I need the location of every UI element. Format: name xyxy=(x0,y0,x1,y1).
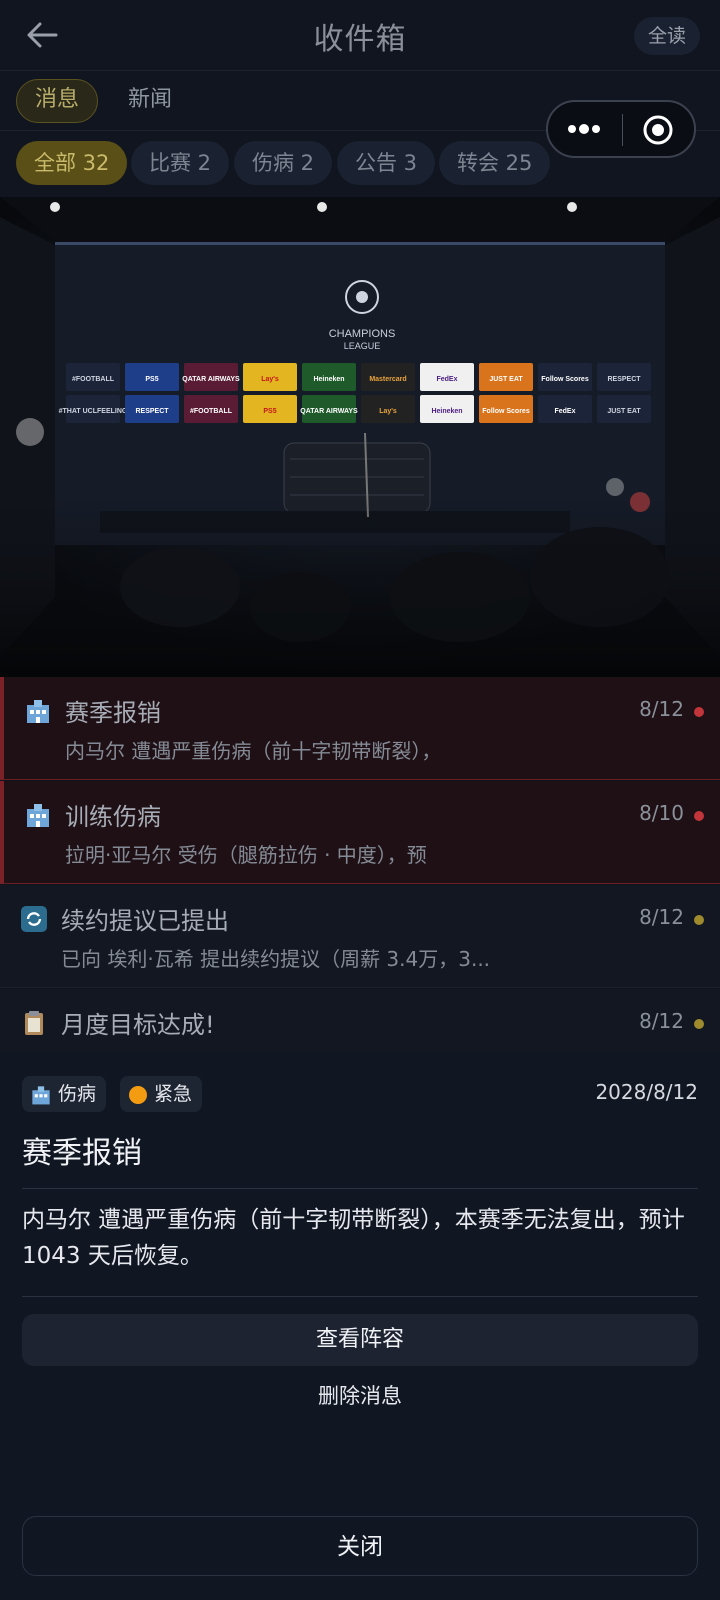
detail-body: 内马尔 遭遇严重伤病（前十字韧带断裂），本赛季无法复出，预计 1043 天后恢复… xyxy=(22,1207,685,1269)
sponsor-label: #FOOTBALL xyxy=(190,408,233,415)
sponsor-label: JUST EAT xyxy=(489,376,523,383)
unread-dot xyxy=(694,915,704,925)
divider xyxy=(22,1296,698,1297)
sponsor-label: #THAT UCLFEELING xyxy=(59,408,128,415)
sponsor-label: JUST EAT xyxy=(607,408,641,415)
message-item[interactable]: 续约提议已提出 已向 埃利·瓦希 提出续约提议（周薪 3.4万，3... 8/1… xyxy=(0,885,720,988)
message-title: 续约提议已提出 xyxy=(61,907,229,935)
unread-dot xyxy=(694,1019,704,1029)
message-title: 训练伤病 xyxy=(65,803,161,831)
league-logo-subtext: LEAGUE xyxy=(344,341,381,351)
filter-announcement[interactable]: 公告 3 xyxy=(337,141,436,185)
message-date: 8/12 xyxy=(639,697,684,721)
read-all-button[interactable]: 全读 xyxy=(633,17,700,55)
message-item[interactable]: 训练伤病 拉明·亚马尔 受伤（腿筋拉伤 · 中度），预 8/10 xyxy=(0,781,720,884)
message-item[interactable]: 赛季报销 内马尔 遭遇严重伤病（前十字韧带断裂）， 8/12 xyxy=(0,677,720,780)
sponsor-label: RESPECT xyxy=(135,408,169,415)
category-badge: 伤病 xyxy=(22,1076,107,1112)
message-date: 8/12 xyxy=(639,905,684,929)
close-miniprogram-icon[interactable] xyxy=(642,114,674,146)
message-preview: 拉明·亚马尔 受伤（腿筋拉伤 · 中度），预 xyxy=(65,843,427,867)
sponsor-label: PS5 xyxy=(263,408,276,415)
view-squad-button[interactable]: 查看阵容 xyxy=(22,1314,698,1366)
sponsor-label: FedEx xyxy=(554,408,575,415)
delete-message-button[interactable]: 删除消息 xyxy=(0,1380,720,1410)
filter-transfer[interactable]: 转会 25 xyxy=(439,141,551,185)
priority-badge: 紧急 xyxy=(120,1076,203,1112)
sponsor-label: PS5 xyxy=(145,376,158,383)
tab-messages[interactable]: 消息 xyxy=(16,79,99,123)
message-title: 月度目标达成! xyxy=(61,1011,215,1039)
press-room-illustration: CHAMPIONS LEAGUE #FOOTBALL PS5 QATAR AIRWA… xyxy=(0,197,720,677)
sponsor-label: Heineken xyxy=(313,376,344,383)
message-detail-sheet: 伤病 紧急 2028/8/12 赛季报销 内马尔 遭遇严重伤病（前十字韧带断裂）… xyxy=(0,1052,720,1600)
sponsor-label: Heineken xyxy=(431,408,462,415)
category-badge-label: 伤病 xyxy=(58,1083,97,1105)
divider xyxy=(22,1188,698,1189)
sponsor-label: Mastercard xyxy=(369,376,406,383)
hospital-icon xyxy=(27,804,49,827)
more-dots-icon[interactable] xyxy=(564,118,604,140)
refresh-icon xyxy=(21,906,47,932)
sponsor-label: Lay's xyxy=(379,408,397,415)
page-title: 收件箱 xyxy=(313,22,407,57)
filter-injury[interactable]: 伤病 2 xyxy=(234,141,333,185)
sponsor-label: Follow Scores xyxy=(482,408,530,415)
priority-badge-label: 紧急 xyxy=(154,1083,193,1105)
league-logo-text: CHAMPIONS xyxy=(329,328,396,340)
hero-image: CHAMPIONS LEAGUE #FOOTBALL PS5 QATAR AIRWA… xyxy=(0,197,720,677)
hospital-icon xyxy=(27,700,49,723)
sponsor-label: QATAR AIRWAYS xyxy=(300,408,358,415)
unread-dot xyxy=(694,707,704,717)
hospital-icon xyxy=(32,1085,50,1104)
sponsor-label: Lay's xyxy=(261,376,279,383)
message-preview: 内马尔 遭遇严重伤病（前十字韧带断裂）， xyxy=(65,739,442,763)
message-title: 赛季报销 xyxy=(65,699,161,727)
sponsor-label: #FOOTBALL xyxy=(72,376,115,383)
filter-match[interactable]: 比赛 2 xyxy=(131,141,230,185)
detail-title: 赛季报销 xyxy=(22,1136,142,1171)
sponsor-label: RESPECT xyxy=(607,376,641,383)
filter-all[interactable]: 全部 32 xyxy=(16,141,128,185)
sponsor-label: FedEx xyxy=(436,376,457,383)
miniprogram-capsule xyxy=(546,100,696,158)
capsule-divider xyxy=(622,114,623,146)
orange-dot-icon xyxy=(129,1085,147,1104)
message-date: 8/10 xyxy=(639,801,684,825)
clipboard-icon xyxy=(25,1011,43,1035)
detail-date: 2028/8/12 xyxy=(595,1080,698,1104)
close-button[interactable]: 关闭 xyxy=(22,1516,698,1576)
tab-news[interactable]: 新闻 xyxy=(110,79,190,121)
sponsor-label: QATAR AIRWAYS xyxy=(182,376,240,383)
message-preview: 已向 埃利·瓦希 提出续约提议（周薪 3.4万，3... xyxy=(61,947,491,971)
unread-dot xyxy=(694,811,704,821)
header-bar: 收件箱 全读 xyxy=(0,0,720,71)
message-date: 8/12 xyxy=(639,1009,684,1033)
sponsor-label: Follow Scores xyxy=(541,376,589,383)
